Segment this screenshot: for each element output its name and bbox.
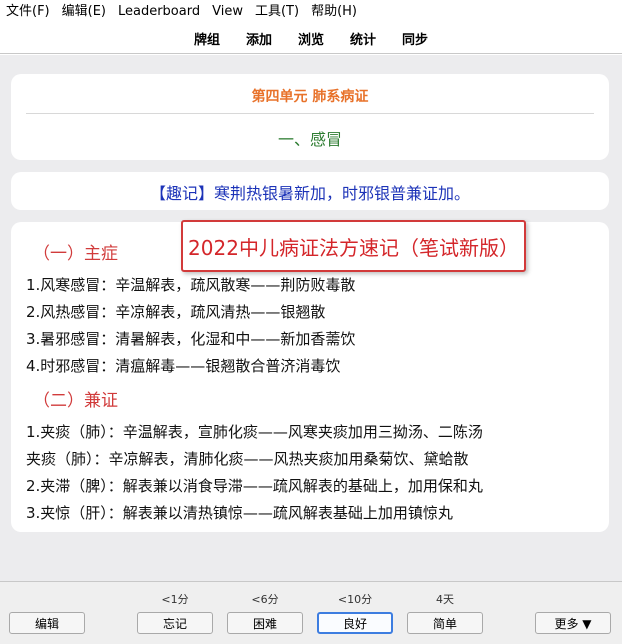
topic-title: 一、感冒 — [277, 130, 342, 149]
mnemonic-text: 【趣记】寒荆热银暑新加，时邪银普兼证加。 — [149, 184, 470, 203]
edit-button[interactable]: 编辑 — [9, 612, 85, 634]
menu-tools[interactable]: 工具(T) — [249, 0, 305, 24]
title-card: 第四单元 肺系病证 一、感冒 — [11, 74, 609, 160]
main-syndrome-line: 1.风寒感冒：辛温解表，疏风散寒——荆防败毒散 — [26, 276, 356, 294]
interval-hint-again: <1分 — [161, 593, 189, 606]
again-button[interactable]: 忘记 — [137, 612, 213, 634]
toolbar-browse[interactable]: 浏览 — [285, 29, 337, 48]
interval-hint-easy: 4天 — [436, 593, 454, 606]
accompany-syndrome-line: 3.夹惊（肝）：解表兼以清热镇惊——疏风解表基础上加用镇惊丸 — [26, 504, 453, 522]
menu-help[interactable]: 帮助(H) — [305, 0, 363, 24]
mnemonic-card: 【趣记】寒荆热银暑新加，时邪银普兼证加。 — [11, 172, 609, 210]
toolbar-decks[interactable]: 牌组 — [181, 29, 233, 48]
accompany-syndrome-line: 2.夹滞（脾）：解表兼以消食导滞——疏风解表的基础上，加用保和丸 — [26, 477, 483, 495]
accompany-syndrome-line: 夹痰（肺）：辛凉解表，清肺化痰——风热夹痰加用桑菊饮、黛蛤散 — [26, 450, 469, 468]
toolbar-stats[interactable]: 统计 — [337, 29, 389, 48]
section-accompany-heading: （二）兼证 — [33, 391, 118, 411]
deck-title-overlay: 2022中儿病证法方速记（笔试新版） — [181, 220, 526, 272]
main-syndrome-line: 2.风热感冒：辛凉解表，疏风清热——银翘散 — [26, 303, 326, 321]
card-review-area: 第四单元 肺系病证 一、感冒 【趣记】寒荆热银暑新加，时邪银普兼证加。 （一）主… — [0, 55, 622, 581]
menu-file[interactable]: 文件(F) — [0, 0, 56, 24]
unit-title: 第四单元 肺系病证 — [251, 89, 369, 105]
interval-hint-good: <10分 — [337, 593, 373, 606]
answer-bar: <1分 <6分 <10分 4天 编辑 忘记 困难 良好 简单 更多 ▼ — [0, 581, 622, 644]
easy-button[interactable]: 简单 — [407, 612, 483, 634]
interval-hint-hard: <6分 — [251, 593, 279, 606]
main-syndrome-line: 4.时邪感冒：清瘟解毒——银翘散合普济消毒饮 — [26, 357, 341, 375]
toolbar-sync[interactable]: 同步 — [389, 29, 441, 48]
title-divider — [26, 113, 594, 114]
menu-view[interactable]: View — [206, 0, 249, 24]
main-toolbar: 牌组 添加 浏览 统计 同步 — [0, 24, 622, 54]
accompany-syndrome-line: 1.夹痰（肺）：辛温解表，宣肺化痰——风寒夹痰加用三拗汤、二陈汤 — [26, 423, 483, 441]
section-main-heading: （一）主症 — [33, 244, 118, 264]
menu-bar: 文件(F) 编辑(E) Leaderboard View 工具(T) 帮助(H) — [0, 0, 622, 24]
menu-leaderboard[interactable]: Leaderboard — [112, 0, 206, 24]
toolbar-add[interactable]: 添加 — [233, 29, 285, 48]
menu-edit[interactable]: 编辑(E) — [56, 0, 112, 24]
more-button[interactable]: 更多 ▼ — [535, 612, 611, 634]
main-syndrome-line: 3.暑邪感冒：清暑解表，化湿和中——新加香薷饮 — [26, 330, 356, 348]
hard-button[interactable]: 困难 — [227, 612, 303, 634]
good-button[interactable]: 良好 — [317, 612, 393, 634]
